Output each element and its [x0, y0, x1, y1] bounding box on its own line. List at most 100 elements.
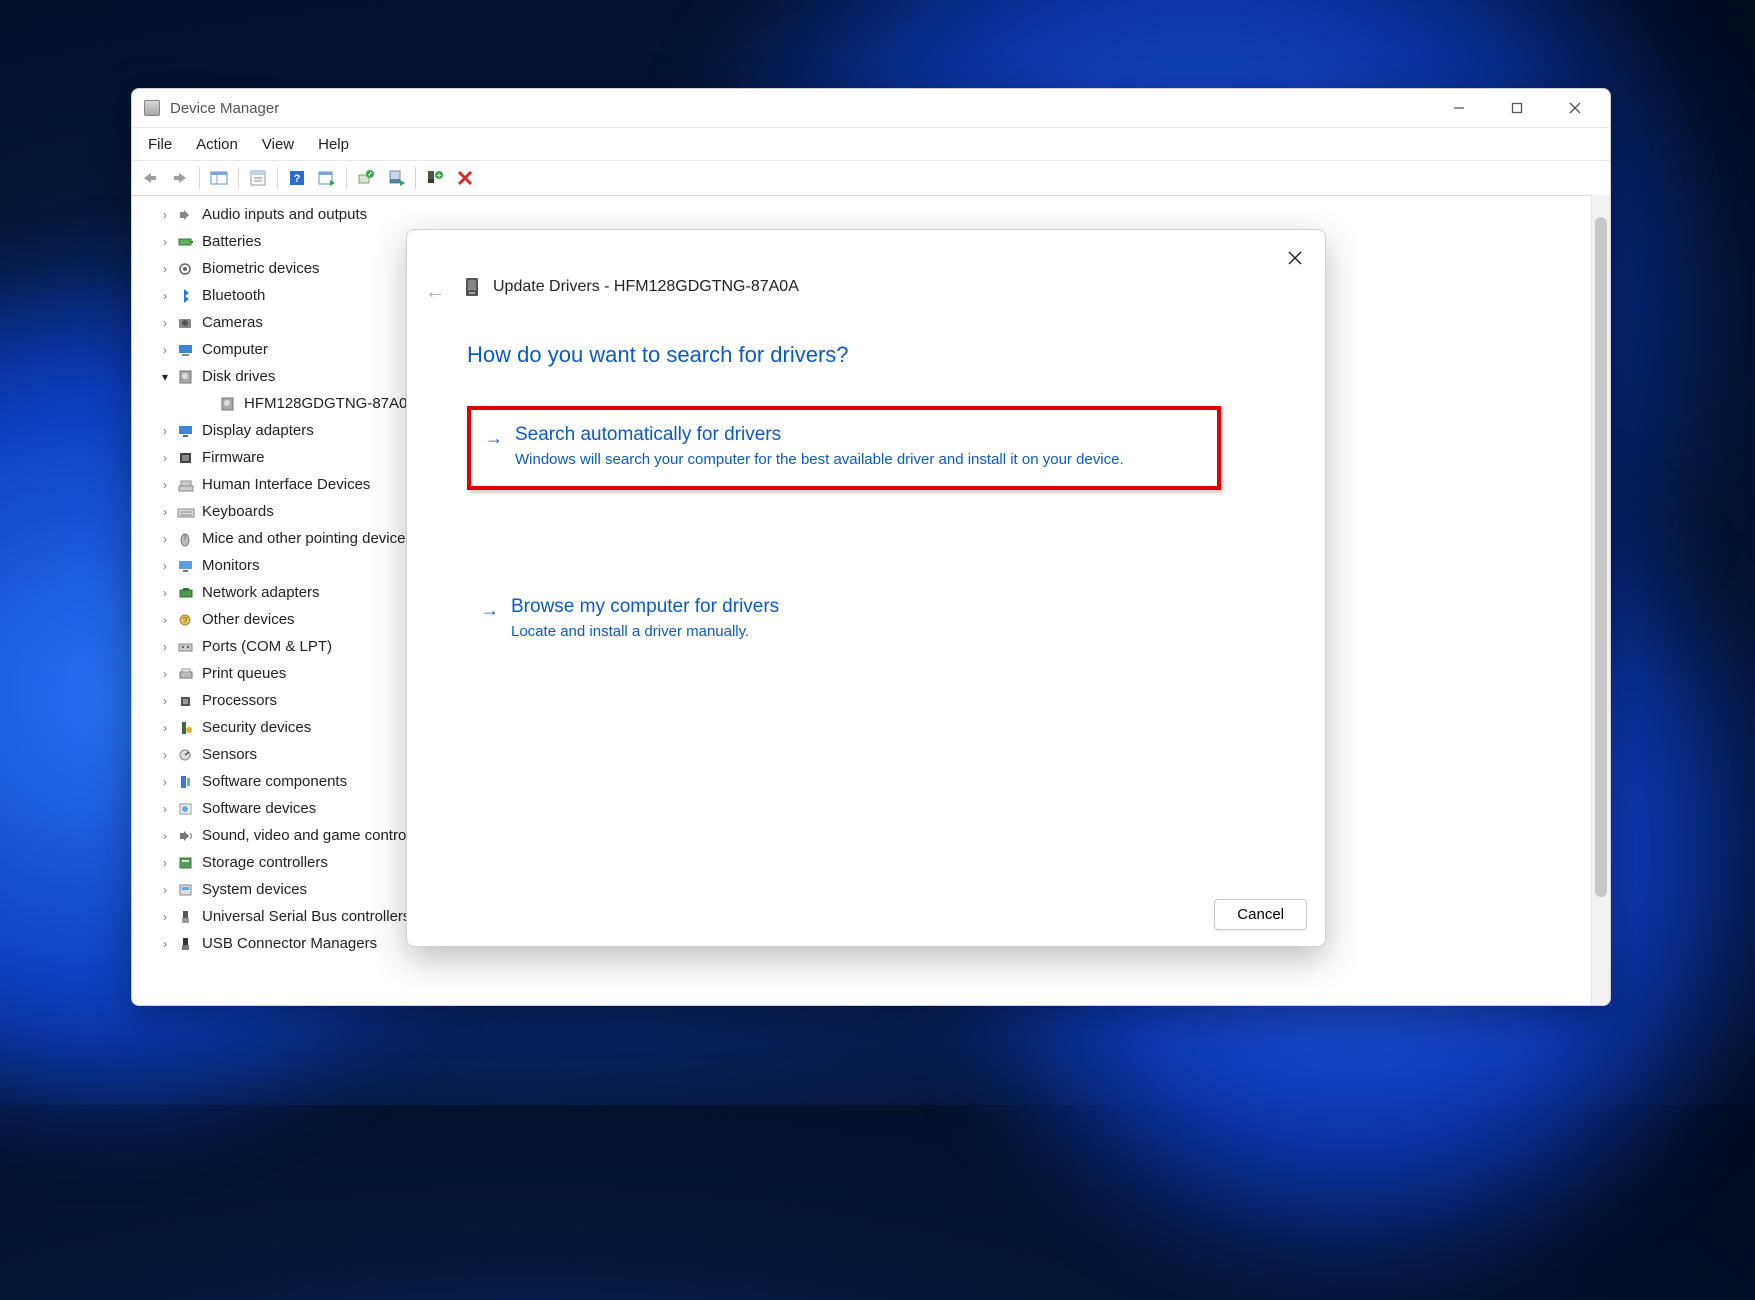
svg-text:?: ? — [294, 173, 301, 185]
chevron-icon: › — [158, 802, 172, 816]
mouse-icon — [176, 530, 196, 548]
dialog-title: Update Drivers - HFM128GDGTNG-87A0A — [493, 278, 799, 296]
menu-help[interactable]: Help — [308, 133, 359, 156]
cancel-button[interactable]: Cancel — [1214, 899, 1307, 930]
disk-icon — [218, 395, 238, 413]
tree-item-label: USB Connector Managers — [202, 935, 377, 952]
display-icon — [176, 422, 196, 440]
firmware-icon — [176, 449, 196, 467]
show-hide-tree-button[interactable] — [205, 165, 233, 191]
computer-icon — [176, 341, 196, 359]
swdev-icon — [176, 800, 196, 818]
chevron-icon: › — [158, 505, 172, 519]
arrow-right-icon: → — [481, 600, 499, 621]
tree-item-label: Print queues — [202, 665, 286, 682]
tree-item-label: Batteries — [202, 233, 261, 250]
dialog-back-button[interactable]: ← — [421, 278, 449, 306]
system-icon — [176, 881, 196, 899]
properties-button[interactable] — [244, 165, 272, 191]
tree-item-label: Network adapters — [202, 584, 320, 601]
tree-item-label: Bluetooth — [202, 287, 265, 304]
menu-action[interactable]: Action — [186, 133, 248, 156]
keyboard-icon — [176, 503, 196, 521]
scan-hardware-button[interactable] — [313, 165, 341, 191]
scrollbar-thumb[interactable] — [1595, 217, 1607, 897]
option-description: Windows will search your computer for th… — [515, 450, 1135, 470]
app-icon — [144, 100, 160, 116]
close-button[interactable] — [1546, 90, 1604, 126]
disk-icon — [176, 368, 196, 386]
option-title: Browse my computer for drivers — [511, 596, 1195, 618]
update-driver-button[interactable] — [352, 165, 380, 191]
camera-icon — [176, 314, 196, 332]
dialog-heading: How do you want to search for drivers? — [467, 342, 849, 368]
delete-button[interactable] — [451, 165, 479, 191]
usb-icon — [176, 908, 196, 926]
uninstall-device-button[interactable]: + — [421, 165, 449, 191]
chevron-icon: › — [158, 208, 172, 222]
tree-item-label: Keyboards — [202, 503, 274, 520]
chevron-icon: › — [158, 235, 172, 249]
chevron-icon: › — [158, 559, 172, 573]
chevron-icon: › — [158, 910, 172, 924]
chevron-icon: ▾ — [158, 370, 172, 384]
svg-text:+: + — [437, 171, 442, 180]
maximize-button[interactable] — [1488, 90, 1546, 126]
minimize-button[interactable] — [1430, 90, 1488, 126]
tree-item-label: Disk drives — [202, 368, 275, 385]
tree-item-label: Cameras — [202, 314, 263, 331]
back-button[interactable] — [136, 165, 164, 191]
cpu-icon — [176, 692, 196, 710]
chevron-icon: › — [158, 883, 172, 897]
tree-item-label: Sound, video and game controllers — [202, 827, 434, 844]
disk-icon — [463, 276, 481, 298]
biometric-icon — [176, 260, 196, 278]
menu-view[interactable]: View — [252, 133, 304, 156]
tree-item-label: Software components — [202, 773, 347, 790]
titlebar[interactable]: Device Manager — [132, 89, 1610, 128]
chevron-icon: › — [158, 289, 172, 303]
option-browse-computer[interactable]: → Browse my computer for drivers Locate … — [467, 582, 1213, 658]
menu-file[interactable]: File — [138, 133, 182, 156]
chevron-icon: › — [158, 343, 172, 357]
option-search-automatically[interactable]: → Search automatically for drivers Windo… — [467, 406, 1221, 490]
sound-icon — [176, 827, 196, 845]
chevron-icon: › — [158, 586, 172, 600]
sensor-icon — [176, 746, 196, 764]
tree-item-label: Biometric devices — [202, 260, 320, 277]
port-icon — [176, 638, 196, 656]
other-icon: ? — [176, 611, 196, 629]
tree-item[interactable]: › Audio inputs and outputs — [152, 201, 1591, 228]
battery-icon — [176, 233, 196, 251]
chevron-icon: › — [158, 262, 172, 276]
window-title: Device Manager — [170, 100, 279, 117]
bluetooth-icon — [176, 287, 196, 305]
printer-icon — [176, 665, 196, 683]
option-title: Search automatically for drivers — [515, 424, 1199, 446]
chevron-icon: › — [158, 532, 172, 546]
tree-item-label: System devices — [202, 881, 307, 898]
chevron-icon: › — [158, 856, 172, 870]
swcomp-icon — [176, 773, 196, 791]
help-button[interactable]: ? — [283, 165, 311, 191]
chevron-icon: › — [158, 775, 172, 789]
forward-button[interactable] — [166, 165, 194, 191]
tree-item-label: Display adapters — [202, 422, 314, 439]
tree-item-label: Processors — [202, 692, 277, 709]
disable-device-button[interactable] — [382, 165, 410, 191]
chevron-icon: › — [158, 613, 172, 627]
chevron-icon: › — [158, 424, 172, 438]
security-icon — [176, 719, 196, 737]
chevron-icon: › — [158, 640, 172, 654]
tree-item-label: Audio inputs and outputs — [202, 206, 367, 223]
tree-item-label: Firmware — [202, 449, 265, 466]
tree-item-label: Monitors — [202, 557, 260, 574]
chevron-icon: › — [158, 721, 172, 735]
dialog-close-button[interactable] — [1279, 242, 1311, 274]
tree-item-label: HFM128GDGTNG-87A0A — [244, 395, 417, 412]
tree-item-label: Other devices — [202, 611, 295, 628]
chevron-icon: › — [158, 937, 172, 951]
option-description: Locate and install a driver manually. — [511, 622, 1131, 642]
update-drivers-dialog: ← Update Drivers - HFM128GDGTNG-87A0A Ho… — [406, 229, 1326, 947]
scrollbar[interactable] — [1591, 195, 1610, 1005]
